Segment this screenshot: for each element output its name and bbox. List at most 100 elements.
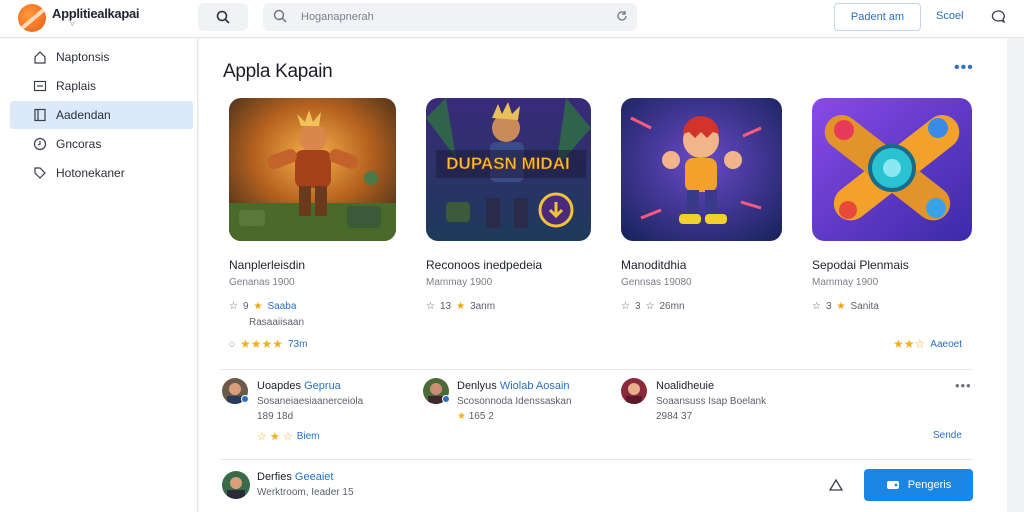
game-meta: ☆ 3 ☆ 26mn	[621, 301, 685, 312]
review-author: Denlyus Wiolab Aosain	[457, 380, 570, 392]
review-author: Uoapdes Geprua	[257, 380, 341, 392]
game-title[interactable]: Reconoos inedpedeia	[426, 258, 542, 272]
clock-icon	[30, 137, 50, 151]
review-author: Derfies Geeaiet	[257, 471, 334, 483]
more-options-icon[interactable]: •••	[955, 378, 972, 393]
sidebar-item-label: Hotonekaner	[56, 166, 125, 180]
game-meta: ☆ 13 ★ 3anm	[426, 301, 495, 312]
main-panel: Appla Kapain ••• Nanplerleisdin Genanas …	[199, 39, 1007, 512]
game-meta: ☆ 3 ★ Sanita	[812, 301, 879, 312]
thumbs-up-icon[interactable]: ☆	[229, 301, 238, 312]
sidebar-item-list[interactable]: Raplais	[10, 72, 193, 100]
rating-stars: ☆ ★ ☆	[257, 431, 293, 443]
likes-count: 13	[439, 301, 452, 312]
game-thumbnail-2[interactable]: DUPASN MIDAI	[426, 98, 591, 241]
more-options-icon[interactable]: •••	[954, 59, 974, 77]
game-tag[interactable]: Saaba	[268, 301, 297, 312]
game-rating: ◌ ★★★★ 73m	[229, 337, 307, 351]
search-input[interactable]	[301, 7, 601, 27]
app-logo[interactable]	[18, 4, 46, 32]
rating-link[interactable]: Aaeoet	[930, 339, 962, 350]
review-author: Noalidheuie	[656, 380, 715, 392]
tag-icon	[30, 166, 50, 180]
sidebar-item-tag[interactable]: Hotonekaner	[10, 159, 193, 187]
review-rating: ☆ ★ ☆ Biem	[257, 430, 320, 443]
scrollbar[interactable]	[1007, 39, 1024, 512]
see-more-link[interactable]: Sende	[933, 430, 962, 441]
search-icon	[216, 10, 230, 24]
game-tag: 3anm	[470, 301, 496, 312]
rating-label[interactable]: 73m	[288, 339, 307, 350]
review-text: Soaansuss Isap Boelank	[656, 396, 767, 407]
game-thumbnail-3[interactable]	[621, 98, 782, 241]
game-rating: ★★☆ Aaeoet	[893, 337, 962, 351]
likes-count: 3	[825, 301, 832, 312]
chat-icon[interactable]	[990, 9, 1006, 25]
sidebar-item-label: Aadendan	[56, 108, 111, 122]
thumbs-up-icon[interactable]: ☆	[426, 301, 435, 312]
review-text: Werktroom, Ieader 15	[257, 487, 354, 498]
home-icon	[30, 50, 50, 64]
game-tag: 26mn	[659, 301, 685, 312]
verified-icon	[241, 395, 249, 403]
top-bar: Applitiealkapai V Padent am Scoel	[0, 0, 1024, 38]
refresh-icon[interactable]	[615, 9, 629, 23]
book-icon	[30, 108, 50, 122]
star-icon: ★	[836, 301, 846, 312]
game-tag: Sanita	[850, 301, 879, 312]
game-thumbnail-4[interactable]	[812, 98, 972, 241]
likes-count: 3	[634, 301, 641, 312]
sidebar-item-active[interactable]: Aadendan	[10, 101, 193, 129]
thumbs-up-icon[interactable]: ☆	[812, 301, 821, 312]
divider	[221, 459, 973, 460]
share-icon[interactable]	[828, 478, 844, 492]
rating-stars: ★★☆	[893, 337, 926, 351]
search-button[interactable]	[198, 3, 248, 31]
verified-icon	[442, 395, 450, 403]
gamepad-icon	[886, 481, 899, 489]
game-art-3	[621, 98, 782, 241]
game-title[interactable]: Nanplerleisdin	[229, 258, 305, 272]
rating-label[interactable]: Biem	[297, 431, 320, 442]
avatar[interactable]	[621, 378, 647, 404]
game-subtitle: Genanas 1900	[229, 277, 295, 288]
primary-action-button[interactable]: Pengeris	[864, 469, 973, 501]
sidebar-item-home[interactable]: Naptonsis	[10, 43, 193, 71]
thumbs-up-icon[interactable]: ☆	[621, 301, 630, 312]
badge-icon: ◌	[229, 338, 235, 350]
game-title[interactable]: Manoditdhia	[621, 258, 686, 272]
list-icon	[30, 79, 50, 93]
header-action-button[interactable]: Padent am	[834, 3, 921, 31]
game-art-4	[812, 98, 972, 241]
game-thumbnail-1[interactable]	[229, 98, 396, 241]
sidebar-item-clock[interactable]: Gncoras	[10, 130, 193, 158]
app-name: Applitiealkapai	[52, 6, 140, 21]
sidebar-item-label: Naptonsis	[56, 50, 110, 64]
game-art-2: DUPASN MIDAI	[426, 98, 591, 241]
search-bar[interactable]	[263, 3, 637, 31]
app-subtitle: V	[70, 21, 75, 28]
game-art-1	[229, 98, 396, 241]
rating-stars: ★★★★	[239, 337, 283, 351]
review-date: 189 18d	[257, 411, 294, 422]
review-date: ★ 165 2	[457, 411, 494, 422]
sidebar-item-label: Raplais	[56, 79, 97, 93]
primary-button-label: Pengeris	[907, 479, 952, 491]
game-subtitle: Gennsas 19080	[621, 277, 692, 288]
review-text: Scosonnoda Idenssaskan	[457, 396, 572, 407]
search-icon	[273, 9, 287, 23]
review-date: 2984 37	[656, 411, 693, 422]
game-art-title: DUPASN MIDAI	[446, 154, 569, 173]
page-title: Appla Kapain	[223, 61, 333, 82]
game-subtitle: Mammay 1900	[426, 277, 493, 288]
game-extra: Rasaaiisaan	[249, 317, 305, 328]
avatar[interactable]	[222, 471, 250, 499]
star-outline-icon: ☆	[645, 301, 655, 312]
divider	[221, 369, 973, 370]
game-meta: ☆ 9 ★ Saaba	[229, 301, 296, 312]
star-icon: ★	[456, 301, 466, 312]
header-link[interactable]: Scoel	[936, 10, 964, 22]
sidebar: Naptonsis Raplais Aadendan Gncoras Hoton…	[0, 39, 198, 512]
review-text: Sosaneiaesiaanerceiola	[257, 396, 364, 407]
game-title[interactable]: Sepodai Plenmais	[812, 258, 909, 272]
